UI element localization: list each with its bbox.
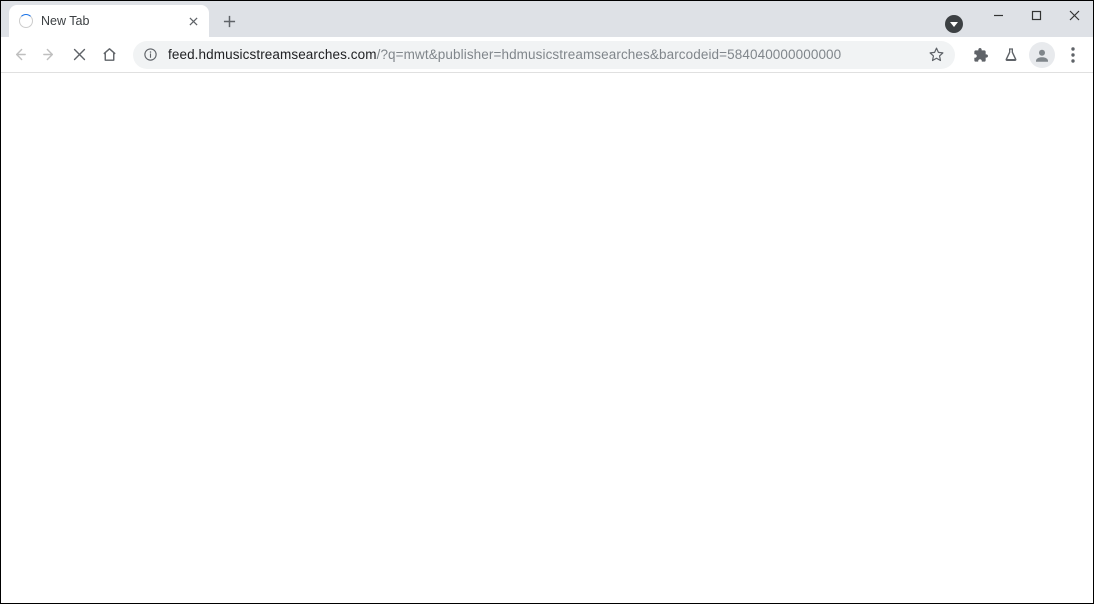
tab-strip-region: New Tab (1, 1, 1093, 37)
page-content (1, 73, 1093, 603)
home-button[interactable] (95, 41, 123, 69)
labs-button[interactable] (997, 41, 1025, 69)
arrow-left-icon (11, 46, 28, 63)
url-path: /?q=mwt&publisher=hdmusicstreamsearches&… (377, 47, 842, 62)
star-icon (928, 46, 945, 63)
new-tab-button[interactable] (215, 7, 243, 35)
person-icon (1033, 46, 1051, 64)
chrome-menu-button[interactable] (1059, 41, 1087, 69)
address-bar[interactable]: feed.hdmusicstreamsearches.com/?q=mwt&pu… (133, 41, 955, 69)
forward-button[interactable] (35, 41, 63, 69)
loading-spinner-icon (19, 14, 33, 28)
minimize-button[interactable] (979, 1, 1017, 29)
app-indicator-badge[interactable] (945, 15, 963, 33)
url-text: feed.hdmusicstreamsearches.com/?q=mwt&pu… (168, 47, 920, 62)
site-info-button[interactable] (143, 47, 158, 62)
toolbar-right (967, 41, 1087, 69)
plus-icon (223, 15, 236, 28)
close-icon (1069, 10, 1080, 21)
bookmark-button[interactable] (928, 46, 945, 63)
window-controls (979, 1, 1093, 31)
url-host: feed.hdmusicstreamsearches.com (168, 47, 377, 62)
info-icon (143, 47, 158, 62)
browser-tab[interactable]: New Tab (9, 5, 209, 37)
maximize-button[interactable] (1017, 1, 1055, 29)
maximize-icon (1031, 10, 1042, 21)
triangle-down-icon (949, 19, 959, 29)
close-icon (71, 46, 88, 63)
home-icon (101, 46, 118, 63)
stop-button[interactable] (65, 41, 93, 69)
flask-icon (1003, 47, 1019, 63)
window-close-button[interactable] (1055, 1, 1093, 29)
toolbar: feed.hdmusicstreamsearches.com/?q=mwt&pu… (1, 37, 1093, 73)
close-icon (189, 17, 198, 26)
close-tab-button[interactable] (185, 13, 201, 29)
arrow-right-icon (41, 46, 58, 63)
dots-vertical-icon (1071, 47, 1075, 63)
extensions-button[interactable] (967, 41, 995, 69)
tab-title: New Tab (41, 14, 185, 28)
back-button[interactable] (5, 41, 33, 69)
profile-button[interactable] (1029, 42, 1055, 68)
tab-strip: New Tab (1, 1, 243, 37)
minimize-icon (993, 10, 1004, 21)
puzzle-icon (973, 47, 989, 63)
